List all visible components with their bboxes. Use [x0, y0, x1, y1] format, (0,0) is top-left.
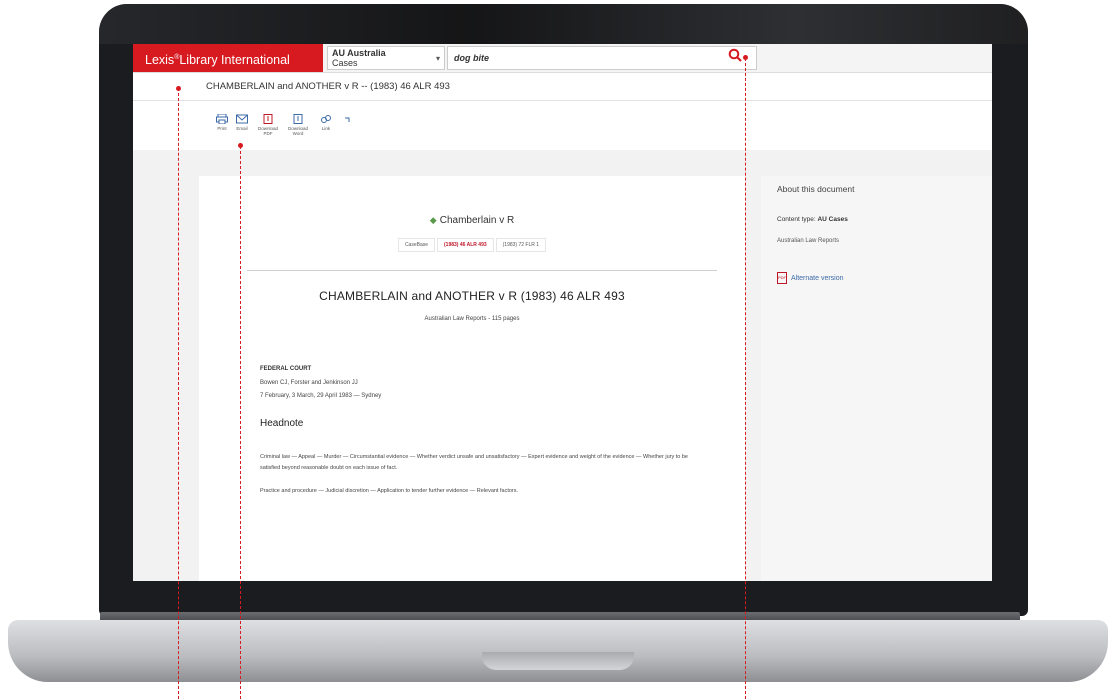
guide-line — [178, 88, 179, 699]
more-button[interactable] — [336, 114, 362, 126]
court-name: FEDERAL COURT — [260, 366, 312, 372]
source-select[interactable]: AU Australia Cases ▾ — [327, 46, 445, 70]
email-icon — [236, 114, 248, 124]
download-word-button[interactable]: Download Word — [285, 114, 311, 136]
source-select-type: Cases — [332, 58, 358, 68]
guide-line — [745, 58, 746, 699]
more-icon — [345, 117, 350, 122]
laptop-base — [8, 620, 1108, 682]
sidebar-title: About this document — [777, 184, 855, 194]
headnote-paragraph: Practice and procedure — Judicial discre… — [260, 488, 519, 494]
content-type: Content type: AU Cases — [777, 216, 848, 223]
document-heading: CHAMBERLAIN and ANOTHER v R -- (1983) 46… — [206, 81, 450, 92]
app-header: Lexis®Library International AU Australia… — [133, 44, 992, 73]
search-input[interactable]: dog bite — [447, 46, 757, 70]
citation-casebase[interactable]: CaseBase — [397, 238, 436, 252]
toolbar: Print Email Download PDF Download Word L… — [133, 106, 992, 151]
printer-icon — [216, 114, 228, 124]
guide-dot — [238, 143, 243, 148]
judges: Bowen CJ, Forster and Jenkinson JJ — [260, 380, 358, 386]
pdf-icon: PDF — [777, 272, 787, 284]
screen: Lexis®Library International AU Australia… — [133, 44, 992, 581]
divider — [247, 270, 717, 271]
report-pages: Australian Law Reports - 115 pages — [424, 316, 520, 322]
hearing-dates: 7 February, 3 March, 29 April 1983 — Syd… — [260, 393, 382, 399]
document-short-title: ◆ Chamberlain v R — [429, 215, 515, 226]
brand-logo[interactable]: Lexis®Library International — [133, 44, 323, 72]
headnote-paragraph: Criminal law — Appeal — Murder — Circums… — [260, 454, 688, 471]
guide-line — [240, 146, 241, 699]
download-pdf-icon — [263, 114, 273, 124]
document-sidebar: About this document Content type: AU Cas… — [761, 176, 992, 581]
guide-dot — [176, 86, 181, 91]
citation-flr[interactable]: (1983) 72 FLR 1 — [495, 238, 547, 252]
laptop-notch — [482, 652, 634, 670]
citation-alr[interactable]: (1983) 46 ALR 493 — [437, 238, 494, 252]
diamond-icon: ◆ — [429, 215, 437, 225]
document-page: ◆ Chamberlain v R CaseBase (1983) 46 ALR 4… — [199, 176, 745, 581]
source-select-country: AU Australia — [332, 48, 386, 58]
title-row: CHAMBERLAIN and ANOTHER v R -- (1983) 46… — [133, 74, 992, 101]
download-word-icon — [293, 114, 303, 124]
headnote-heading: Headnote — [260, 418, 304, 429]
email-button[interactable]: Email — [229, 114, 255, 131]
citation-list: CaseBase (1983) 46 ALR 493 (1983) 72 FLR 1 — [199, 238, 745, 252]
guide-dot — [743, 55, 748, 60]
case-name: CHAMBERLAIN and ANOTHER v R (1983) 46 AL… — [319, 289, 625, 303]
download-pdf-button[interactable]: Download PDF — [255, 114, 281, 136]
content-subtype: Australian Law Reports — [777, 238, 840, 244]
alternate-version-link[interactable]: PDF Alternate version — [777, 272, 844, 284]
link-icon — [321, 115, 331, 123]
chevron-down-icon: ▾ — [435, 54, 440, 63]
